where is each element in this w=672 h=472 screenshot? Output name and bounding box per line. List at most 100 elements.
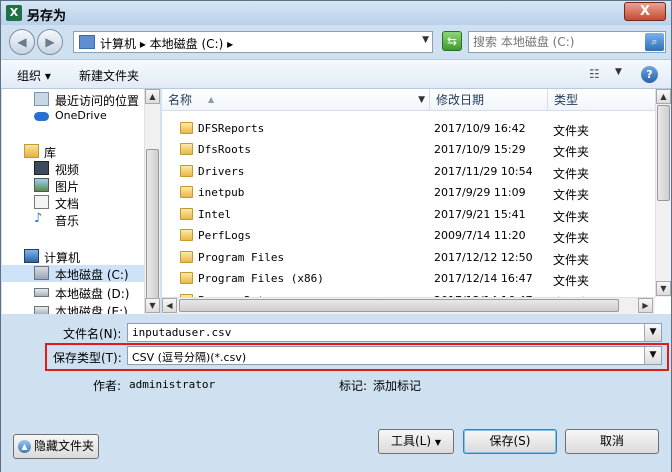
search-box[interactable]: ⌕ — [468, 31, 666, 53]
file-row[interactable]: inetpub 2017/9/29 11:09 文件夹 — [162, 182, 656, 203]
sidebar-item-label: 音乐 — [55, 214, 80, 228]
navigation-bar: ◀ ▶ 计算机 ▸ 本地磁盘 (C:) ▸ ▼ ⇆ ⌕ — [1, 25, 671, 59]
folder-icon — [180, 186, 193, 198]
scroll-left-icon[interactable]: ◀ — [162, 298, 177, 313]
scroll-up-icon[interactable]: ▲ — [145, 89, 160, 104]
filename-field[interactable]: inputaduser.csv ▼ — [127, 323, 662, 342]
file-row[interactable]: Intel 2017/9/21 15:41 文件夹 — [162, 204, 656, 225]
refresh-button[interactable]: ⇆ — [442, 31, 462, 51]
sidebar-item-drive-d[interactable]: 本地磁盘 (D:) — [2, 284, 144, 301]
scroll-thumb[interactable] — [179, 299, 619, 312]
sidebar-item-music[interactable]: ♪ 音乐 — [2, 211, 144, 229]
sidebar-scrollbar[interactable]: ▲ ▼ — [144, 89, 160, 314]
scroll-thumb[interactable] — [657, 105, 670, 201]
sidebar-item-libraries[interactable]: 库 — [2, 143, 144, 160]
sidebar-item-label: 本地磁盘 (D:) — [55, 287, 130, 301]
sidebar-item-drive-c[interactable]: 本地磁盘 (C:) — [2, 265, 144, 282]
address-bar[interactable]: 计算机 ▸ 本地磁盘 (C:) ▸ ▼ — [73, 31, 433, 53]
file-name: Drivers — [198, 165, 245, 178]
folder-icon — [180, 208, 193, 220]
drive-icon — [34, 306, 49, 314]
title-bar[interactable]: X 另存为 X — [1, 1, 671, 25]
tags-label: 标记: — [339, 379, 368, 393]
sidebar-item-label: 库 — [44, 146, 57, 160]
recent-places-icon — [34, 92, 49, 106]
file-row[interactable]: Drivers 2017/11/29 10:54 文件夹 — [162, 161, 656, 182]
tools-label: 工具(L) — [390, 434, 432, 448]
view-options-icon[interactable]: ☷ — [589, 67, 605, 81]
sidebar-item-recent-places[interactable]: 最近访问的位置 — [2, 91, 144, 108]
organize-menu-button[interactable]: 组织 ▾ — [17, 67, 51, 84]
file-date: 2017/10/9 15:29 — [434, 143, 526, 156]
file-name: Program Files (x86) — [198, 272, 324, 285]
forward-arrow-icon[interactable]: ▶ — [37, 29, 63, 55]
horizontal-scrollbar[interactable]: ◀ ▶ — [162, 297, 655, 314]
column-header-date[interactable]: 修改日期 — [430, 89, 548, 111]
file-row[interactable]: DFSReports 2017/10/9 16:42 文件夹 — [162, 118, 656, 139]
sidebar-item-pictures[interactable]: 图片 — [2, 177, 144, 194]
filetype-value[interactable]: CSV (逗号分隔)(*.csv) — [132, 349, 246, 365]
file-list-scrollbar[interactable]: ▲ ▼ — [655, 89, 671, 297]
sidebar-item-label: 本地磁盘 (C:) — [55, 268, 129, 282]
column-header-name[interactable]: 名称 ▲ ▼ — [162, 89, 430, 111]
filetype-label: 保存类型(T): — [53, 351, 122, 365]
chevron-down-icon[interactable]: ▼ — [644, 324, 661, 341]
scroll-thumb[interactable] — [146, 149, 159, 301]
folder-icon — [180, 122, 193, 134]
pictures-library-icon — [34, 178, 49, 192]
sidebar-item-label: 计算机 — [44, 251, 81, 265]
file-date: 2017/12/12 12:50 — [434, 251, 533, 264]
command-toolbar: 组织 ▾ 新建文件夹 ☷ ▼ ? — [1, 59, 671, 89]
filename-label: 文件名(N): — [63, 327, 122, 341]
column-header-label: 名称 — [168, 93, 193, 107]
tools-button[interactable]: 工具(L) ▼ — [378, 429, 454, 454]
scroll-right-icon[interactable]: ▶ — [638, 298, 653, 313]
filename-value[interactable]: inputaduser.csv — [132, 326, 231, 339]
file-row[interactable]: PerfLogs 2009/7/14 11:20 文件夹 — [162, 225, 656, 246]
file-date: 2017/12/14 16:47 — [434, 272, 533, 285]
scroll-down-icon[interactable]: ▼ — [145, 298, 160, 313]
column-header-type[interactable]: 类型 — [548, 89, 656, 111]
file-name: PerfLogs — [198, 229, 251, 242]
new-folder-button[interactable]: 新建文件夹 — [79, 67, 139, 84]
file-row[interactable]: DfsRoots 2017/10/9 15:29 文件夹 — [162, 139, 656, 160]
save-as-dialog: X 另存为 X ◀ ▶ 计算机 ▸ 本地磁盘 (C:) ▸ ▼ ⇆ ⌕ 组织 ▾… — [0, 0, 672, 472]
author-value[interactable]: administrator — [129, 378, 215, 391]
file-list-pane: 名称 ▲ ▼ 修改日期 类型 DFSReports 2017/10/9 16:4… — [162, 89, 671, 314]
file-type: 文件夹 — [553, 145, 590, 159]
chevron-down-icon: ▼ — [434, 438, 442, 447]
sidebar-item-label: 本地磁盘 (E:) — [55, 305, 128, 314]
filetype-select[interactable]: CSV (逗号分隔)(*.csv) ▼ — [127, 346, 662, 365]
tags-value[interactable]: 添加标记 — [373, 377, 421, 394]
sidebar-item-computer[interactable]: 计算机 — [2, 248, 144, 265]
sidebar-item-documents[interactable]: 文档 — [2, 194, 144, 211]
scroll-up-icon[interactable]: ▲ — [656, 89, 671, 104]
chevron-down-icon[interactable]: ▼ — [422, 35, 429, 45]
chevron-down-icon[interactable]: ▼ — [615, 67, 622, 77]
chevron-down-icon[interactable]: ▼ — [644, 347, 661, 364]
chevron-down-icon[interactable]: ▼ — [418, 89, 425, 111]
file-row[interactable]: Program Files (x86) 2017/12/14 16:47 文件夹 — [162, 268, 656, 289]
music-library-icon: ♪ — [34, 211, 43, 226]
hide-folders-button[interactable]: ▲ 隐藏文件夹 — [13, 434, 99, 459]
file-type: 文件夹 — [553, 167, 590, 181]
sidebar-item-drive-e[interactable]: 本地磁盘 (E:) — [2, 302, 144, 314]
file-name: DFSReports — [198, 122, 265, 135]
back-arrow-icon[interactable]: ◀ — [9, 29, 35, 55]
sidebar-item-videos[interactable]: 视频 — [2, 160, 144, 177]
scroll-down-icon[interactable]: ▼ — [656, 281, 671, 296]
breadcrumb[interactable]: 计算机 ▸ 本地磁盘 (C:) ▸ — [100, 35, 233, 52]
sidebar-item-onedrive[interactable]: OneDrive — [2, 108, 144, 125]
close-button[interactable]: X — [624, 2, 666, 21]
search-input[interactable] — [473, 34, 641, 50]
file-row[interactable]: Program Files 2017/12/12 12:50 文件夹 — [162, 247, 656, 268]
window-title: 另存为 — [27, 9, 67, 24]
search-icon[interactable]: ⌕ — [645, 33, 664, 51]
author-label: 作者: — [93, 379, 122, 393]
file-date: 2009/7/14 11:20 — [434, 229, 526, 242]
save-button[interactable]: 保存(S) — [463, 429, 557, 454]
help-icon[interactable]: ? — [641, 66, 658, 83]
cancel-button[interactable]: 取消 — [565, 429, 659, 454]
file-date: 2017/11/29 10:54 — [434, 165, 533, 178]
folder-icon — [180, 272, 193, 284]
